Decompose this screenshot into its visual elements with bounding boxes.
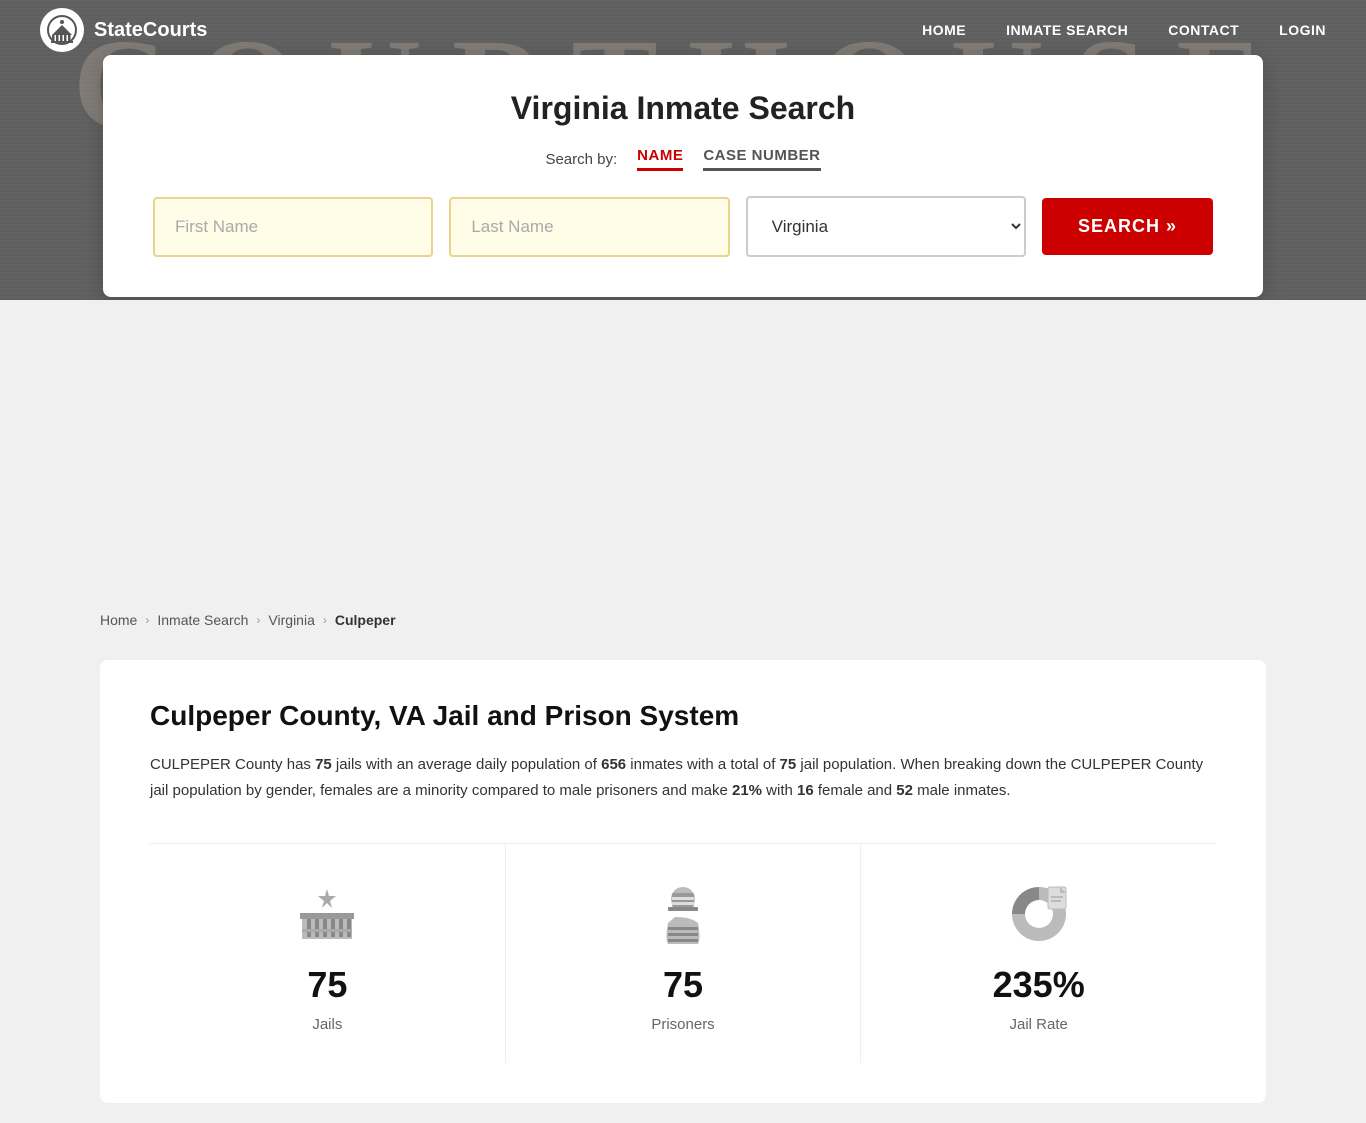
breadcrumb-current: Culpeper — [335, 612, 396, 628]
stat-prisoners-label: Prisoners — [651, 1016, 714, 1033]
stat-jails-label: Jails — [312, 1016, 342, 1033]
stat-jails: 75 Jails — [150, 844, 506, 1063]
stat-prisoners: 75 Prisoners — [506, 844, 862, 1063]
stat-jails-number: 75 — [307, 964, 347, 1006]
search-button[interactable]: SEARCH » — [1042, 198, 1213, 255]
last-name-input[interactable] — [449, 197, 729, 257]
section-title: Culpeper County, VA Jail and Prison Syst… — [150, 700, 1216, 732]
nav-links: HOME INMATE SEARCH CONTACT LOGIN — [922, 22, 1326, 38]
search-card-title: Virginia Inmate Search — [153, 90, 1213, 127]
nav-home[interactable]: HOME — [922, 22, 966, 38]
jail-icon — [287, 874, 367, 954]
stat-jail-rate-label: Jail Rate — [1010, 1016, 1068, 1033]
desc-pop: 656 — [601, 756, 626, 773]
breadcrumb: Home › Inmate Search › Virginia › Culpep… — [0, 600, 1366, 640]
first-name-input[interactable] — [153, 197, 433, 257]
desc-female-count: 16 — [797, 782, 814, 799]
tab-name[interactable]: NAME — [637, 147, 683, 171]
nav-contact[interactable]: CONTACT — [1168, 22, 1239, 38]
breadcrumb-inmate-search[interactable]: Inmate Search — [157, 612, 248, 628]
navigation: StateCourts HOME INMATE SEARCH CONTACT L… — [0, 0, 1366, 60]
chart-icon — [999, 874, 1079, 954]
nav-login[interactable]: LOGIN — [1279, 22, 1326, 38]
main-content: Culpeper County, VA Jail and Prison Syst… — [100, 660, 1266, 1103]
breadcrumb-sep-2: › — [256, 613, 260, 627]
desc-mid5: female and — [814, 782, 897, 799]
stat-jail-rate: 235% Jail Rate — [861, 844, 1216, 1063]
desc-jail-pop: 75 — [780, 756, 797, 773]
desc-mid2: inmates with a total of — [626, 756, 779, 773]
desc-male-count: 52 — [896, 782, 913, 799]
description: CULPEPER County has 75 jails with an ave… — [150, 752, 1216, 803]
desc-mid1: jails with an average daily population o… — [332, 756, 601, 773]
logo-icon — [40, 8, 84, 52]
desc-jails: 75 — [315, 756, 332, 773]
search-inputs-row: Virginia Alabama Alaska California Flori… — [153, 196, 1213, 257]
desc-intro: CULPEPER County has — [150, 756, 315, 773]
state-select[interactable]: Virginia Alabama Alaska California Flori… — [746, 196, 1026, 257]
header: COURTHOUSE StateCourt — [0, 0, 1366, 300]
desc-mid4: with — [762, 782, 797, 799]
nav-inmate-search[interactable]: INMATE SEARCH — [1006, 22, 1128, 38]
breadcrumb-sep-1: › — [145, 613, 149, 627]
search-by-row: Search by: NAME CASE NUMBER — [153, 147, 1213, 171]
search-by-label: Search by: — [545, 151, 617, 168]
desc-end: male inmates. — [913, 782, 1011, 799]
prisoner-icon — [643, 874, 723, 954]
breadcrumb-state[interactable]: Virginia — [268, 612, 314, 628]
tab-case-number[interactable]: CASE NUMBER — [703, 147, 820, 171]
logo[interactable]: StateCourts — [40, 8, 207, 52]
logo-text: StateCourts — [94, 19, 207, 42]
stat-prisoners-number: 75 — [663, 964, 703, 1006]
stat-jail-rate-number: 235% — [993, 964, 1085, 1006]
breadcrumb-home[interactable]: Home — [100, 612, 137, 628]
stats-row: 75 Jails — [150, 843, 1216, 1063]
desc-female-pct: 21% — [732, 782, 762, 799]
search-card: Virginia Inmate Search Search by: NAME C… — [103, 55, 1263, 297]
breadcrumb-sep-3: › — [323, 613, 327, 627]
